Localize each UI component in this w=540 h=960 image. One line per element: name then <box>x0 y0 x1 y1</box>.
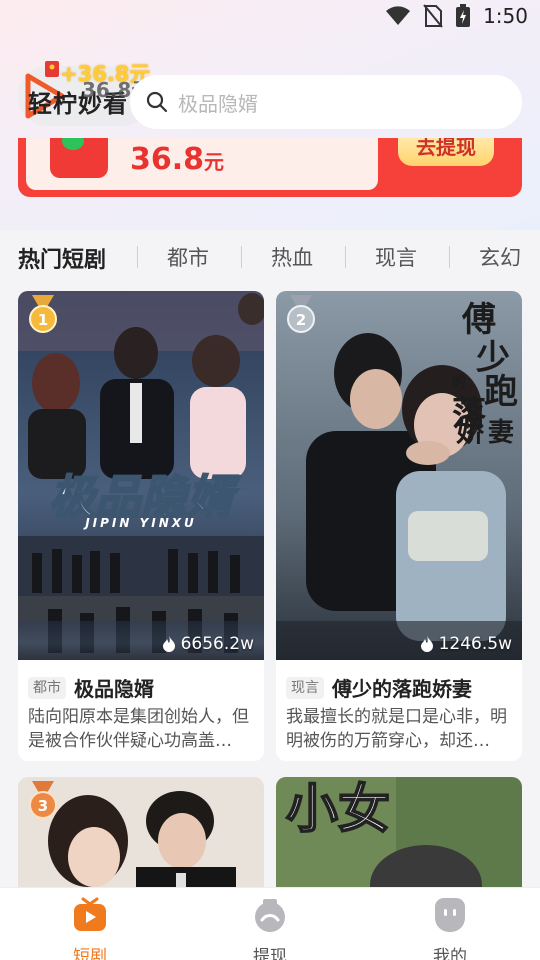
tab-divider <box>345 246 346 268</box>
drama-description: 陆向阳原本是集团创始人，但是被合作伙伴疑心功高盖… <box>28 707 249 751</box>
drama-icon <box>74 897 106 931</box>
search-icon <box>146 91 168 113</box>
svg-text:2: 2 <box>296 311 306 329</box>
drama-description: 我最擅长的就是口是心非，明明被伤的万箭穿心，却还… <box>286 707 507 751</box>
view-count: 6656.2w <box>161 634 254 654</box>
bottom-navigation: 短剧 提现 我的 <box>0 887 540 960</box>
nav-drama[interactable]: 短剧 <box>50 896 130 960</box>
banner-inner: 36.8元 <box>26 138 378 190</box>
nav-profile[interactable]: 我的 <box>410 896 490 960</box>
wallet-icon <box>50 138 108 178</box>
drama-poster: 小女 <box>276 777 522 897</box>
status-bar: 1:50 <box>0 0 540 36</box>
tab-fantasy[interactable]: 玄幻 <box>479 242 521 272</box>
withdraw-icon <box>255 899 285 932</box>
search-input[interactable]: 极品隐婿 <box>130 75 522 129</box>
drama-card[interactable]: 小女 <box>276 777 522 897</box>
svg-text:傅: 傅 <box>461 300 496 340</box>
view-count: 1246.5w <box>419 634 512 654</box>
drama-poster: 傅 少 的 落 跑 娇 妻 2 1246.5w <box>276 291 522 660</box>
rank-badge-bronze-icon: 3 <box>29 781 57 819</box>
rank-badge-silver-icon: 2 <box>287 295 315 333</box>
category-tabs: 热门短剧 都市 热血 现言 玄幻 <box>0 232 540 278</box>
svg-text:3: 3 <box>38 797 48 815</box>
svg-text:的: 的 <box>452 374 466 391</box>
svg-text:跑: 跑 <box>484 372 518 412</box>
profile-icon <box>435 897 465 932</box>
svg-text:妻: 妻 <box>488 418 514 448</box>
drama-card[interactable]: 极品隐婿 JIPIN YINXU 1 6656.2w 都市 极品隐婿 陆向阳原本… <box>18 291 264 761</box>
drama-card[interactable]: 3 <box>18 777 264 897</box>
banner-amount: 36.8元 <box>130 142 225 177</box>
genre-tag: 现言 <box>286 676 324 699</box>
poster-subtitle: JIPIN YINXU <box>83 516 197 530</box>
tab-divider <box>241 246 242 268</box>
nav-withdraw[interactable]: 提现 <box>230 896 310 960</box>
tab-hot[interactable]: 热门短剧 <box>18 242 106 274</box>
rank-badge-gold-icon: 1 <box>29 295 57 333</box>
tab-divider <box>449 246 450 268</box>
tab-divider <box>137 246 138 268</box>
poster-title: 小女 <box>286 779 390 840</box>
drama-poster: 极品隐婿 JIPIN YINXU 1 6656.2w <box>18 291 264 660</box>
tab-city[interactable]: 都市 <box>167 242 209 272</box>
red-envelope-icon <box>45 61 59 77</box>
no-sim-icon <box>423 4 443 28</box>
drama-title: 极品隐婿 <box>74 677 154 701</box>
drama-title: 傅少的落跑娇妻 <box>332 677 472 701</box>
genre-tag: 都市 <box>28 676 66 699</box>
drama-poster: 3 <box>18 777 264 897</box>
tab-action[interactable]: 热血 <box>271 242 313 272</box>
wifi-icon <box>386 6 411 25</box>
search-placeholder: 极品隐婿 <box>178 91 258 116</box>
battery-charging-icon <box>456 4 471 27</box>
withdraw-banner[interactable]: 36.8元 去提现 <box>18 138 522 197</box>
svg-text:娇: 娇 <box>456 415 485 448</box>
status-time: 1:50 <box>483 4 528 28</box>
tab-romance[interactable]: 现言 <box>375 242 417 272</box>
withdraw-button[interactable]: 去提现 <box>398 138 494 166</box>
flame-icon <box>420 636 433 652</box>
flame-icon <box>162 636 175 652</box>
drama-card[interactable]: 傅 少 的 落 跑 娇 妻 2 1246.5w 现言 傅少的落跑娇妻 我最擅长的… <box>276 291 522 761</box>
svg-text:1: 1 <box>38 311 48 329</box>
